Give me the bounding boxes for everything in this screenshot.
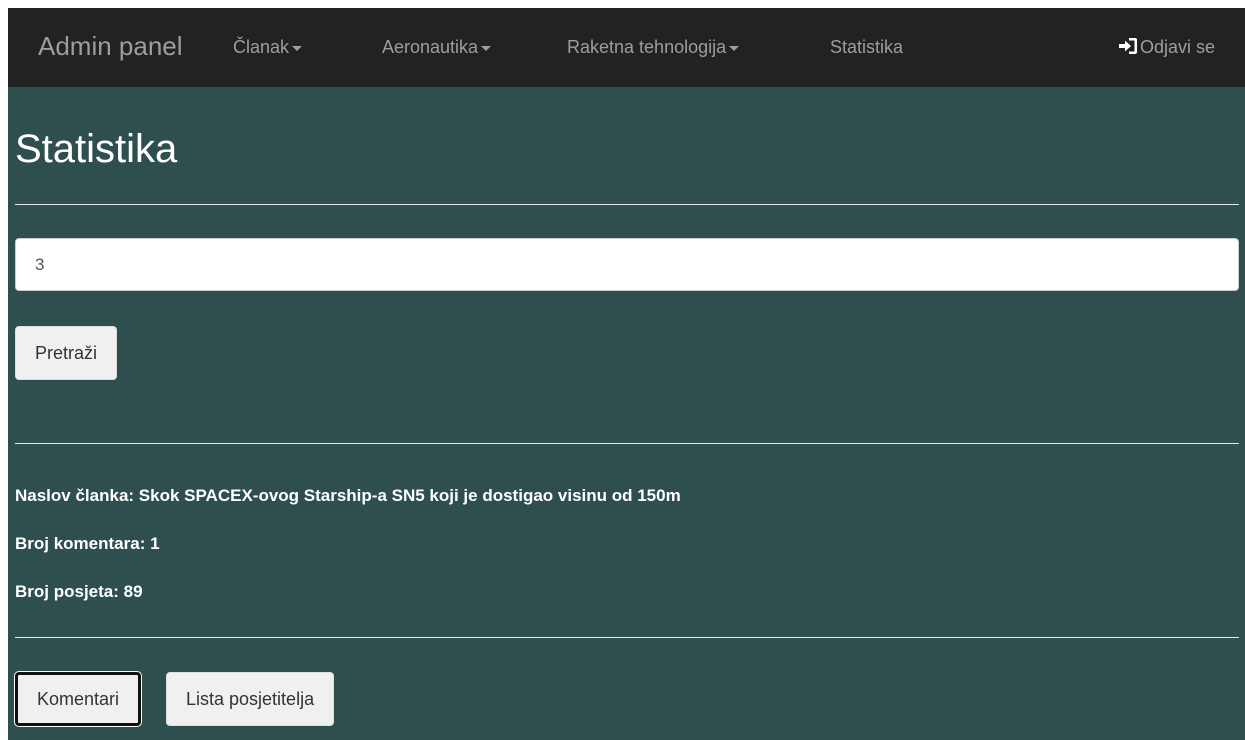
- search-button[interactable]: Pretraži: [15, 326, 118, 380]
- divider: [15, 443, 1239, 444]
- nav-item-label: Članak: [233, 37, 290, 57]
- comment-count-text: Broj komentara: 1: [15, 534, 160, 553]
- navbar-brand[interactable]: Admin panel: [38, 31, 183, 62]
- visit-count-text: Broj posjeta: 89: [15, 582, 143, 601]
- search-input[interactable]: [15, 238, 1239, 291]
- caret-down-icon: [481, 45, 492, 51]
- nav-item-raketna-tehnologija[interactable]: Raketna tehnologija: [567, 37, 740, 58]
- navbar: Admin panel Članak Aeronautika Raketna t…: [8, 8, 1245, 87]
- logout-label: Odjavi se: [1139, 37, 1215, 57]
- nav-item-label: Aeronautika: [382, 37, 479, 57]
- comments-button[interactable]: Komentari: [15, 672, 142, 726]
- caret-down-icon: [729, 45, 740, 51]
- nav-item-label: Statistika: [830, 37, 904, 57]
- page-title: Statistika: [15, 127, 178, 171]
- visitor-list-button[interactable]: Lista posjetitelja: [166, 672, 335, 726]
- article-title-text: Naslov članka: Skok SPACEX-ovog Starship…: [15, 486, 681, 505]
- page-frame: Admin panel Članak Aeronautika Raketna t…: [8, 8, 1245, 740]
- nav-item-clanak[interactable]: Članak: [233, 37, 303, 58]
- caret-down-icon: [292, 45, 303, 51]
- nav-item-aeronautika[interactable]: Aeronautika: [382, 37, 492, 58]
- log-in-icon: [1118, 38, 1137, 54]
- nav-item-statistika[interactable]: Statistika: [830, 37, 903, 58]
- logout-link[interactable]: Odjavi se: [1118, 37, 1215, 58]
- divider: [15, 204, 1239, 205]
- divider: [15, 637, 1239, 638]
- nav-item-label: Raketna tehnologija: [567, 37, 727, 57]
